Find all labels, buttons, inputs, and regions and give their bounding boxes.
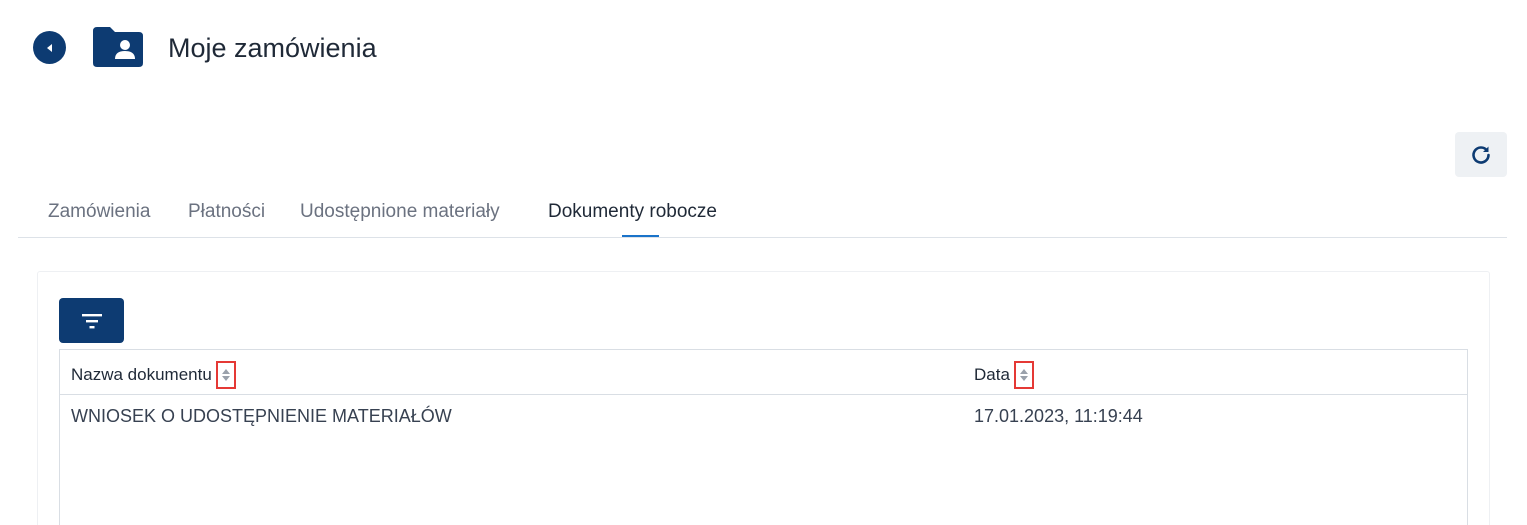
filter-button[interactable] — [59, 298, 124, 343]
document-date-cell: 17.01.2023, 11:19:44 — [974, 406, 1143, 426]
table-header-row: Nazwa dokumentu Data — [60, 350, 1467, 395]
table-row[interactable]: WNIOSEK O UDOSTĘPNIENIE MATERIAŁÓW 17.01… — [60, 395, 1467, 437]
refresh-button[interactable] — [1455, 132, 1507, 177]
tab-platnosci[interactable]: Płatności — [188, 200, 265, 224]
column-header-data[interactable]: Data — [974, 361, 1034, 389]
chevron-left-icon — [46, 43, 52, 52]
documents-panel: Nazwa dokumentu Data WNIOSEK O UDOSTĘPNI… — [37, 271, 1490, 525]
sort-icon[interactable] — [215, 361, 236, 389]
filter-icon — [81, 313, 102, 328]
tab-zamowienia[interactable]: Zamówienia — [48, 200, 150, 224]
refresh-icon — [1472, 145, 1490, 164]
column-header-nazwa-dokumentu[interactable]: Nazwa dokumentu — [71, 361, 236, 389]
sort-icon[interactable] — [1013, 361, 1034, 389]
tab-bar: Zamówienia Płatności Udostępnione materi… — [18, 190, 1507, 238]
tab-dokumenty-robocze[interactable]: Dokumenty robocze — [548, 200, 717, 224]
document-name-cell: WNIOSEK O UDOSTĘPNIENIE MATERIAŁÓW — [71, 406, 452, 426]
page-title: Moje zamówienia — [168, 33, 377, 63]
documents-table: Nazwa dokumentu Data WNIOSEK O UDOSTĘPNI… — [59, 349, 1468, 525]
tab-udostepnione-materialy[interactable]: Udostępnione materiały — [300, 200, 500, 224]
column-header-label: Nazwa dokumentu — [71, 365, 212, 384]
folder-user-icon — [93, 27, 143, 67]
active-tab-indicator — [622, 235, 659, 237]
back-button[interactable] — [33, 31, 66, 64]
column-header-label: Data — [974, 365, 1010, 384]
page: Moje zamówienia Zamówienia Płatności Udo… — [0, 0, 1527, 525]
